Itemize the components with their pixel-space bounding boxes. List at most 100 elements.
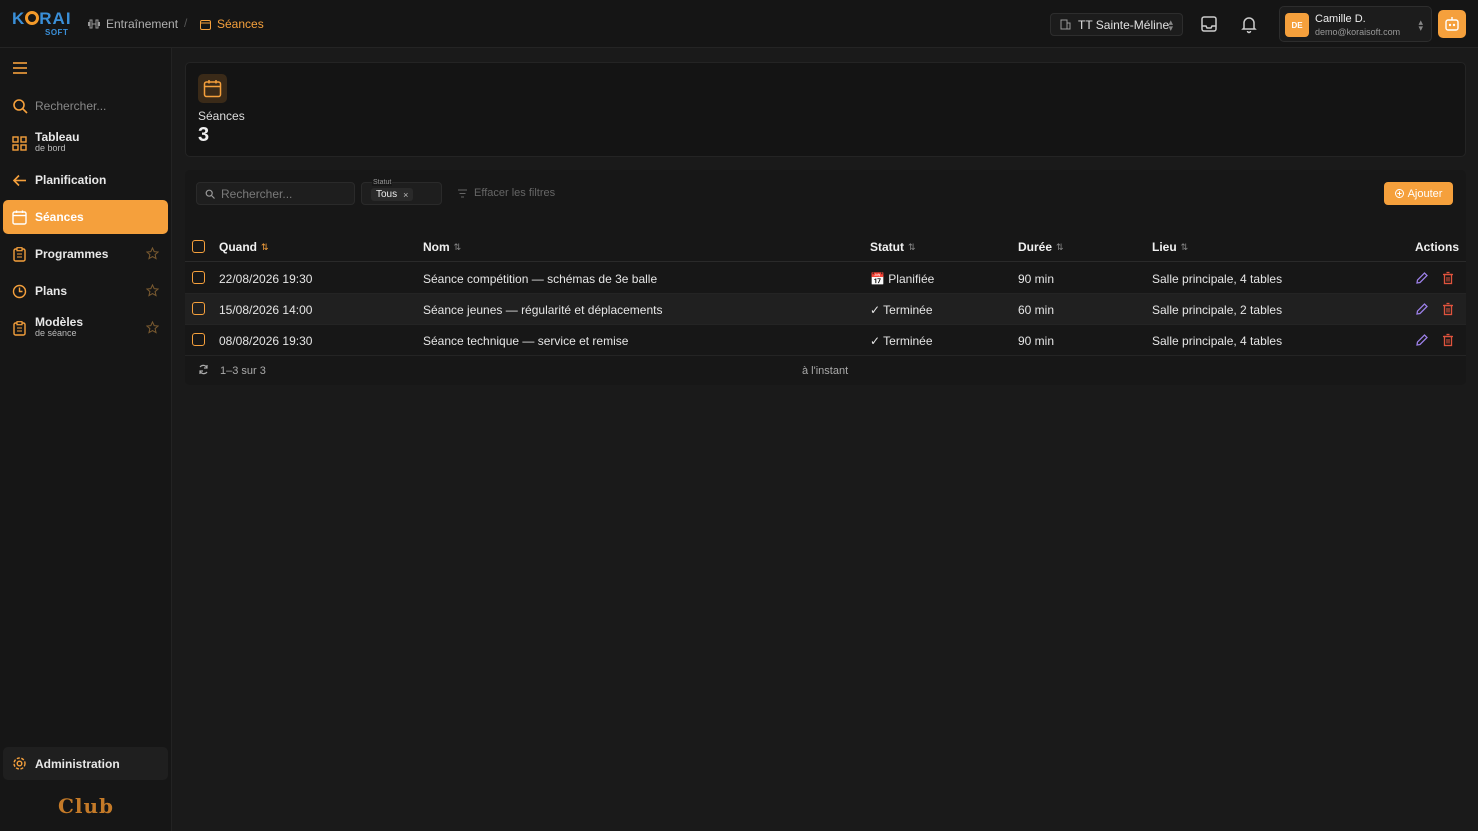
logo-subtext: SOFT bbox=[45, 28, 69, 37]
sidebar-item-programs[interactable]: Programmes bbox=[3, 237, 168, 271]
cell-status: 📅 Planifiée bbox=[870, 272, 935, 286]
sidebar: Rechercher... Tableau de bord Planificati… bbox=[0, 48, 172, 831]
menu-icon[interactable] bbox=[12, 61, 28, 75]
clipboard-icon bbox=[13, 320, 26, 336]
column-header-status[interactable]: Statut ⇅ bbox=[870, 240, 916, 254]
trash-icon[interactable] bbox=[1441, 333, 1455, 347]
clock-icon bbox=[12, 284, 27, 298]
star-icon[interactable] bbox=[146, 247, 159, 260]
club-footer-label: Club bbox=[57, 794, 115, 818]
sidebar-item-administration[interactable]: Administration bbox=[3, 747, 168, 780]
row-checkbox[interactable] bbox=[192, 271, 205, 284]
chevron-updown-icon: ▴ ▾ bbox=[1418, 17, 1423, 33]
column-header-duration[interactable]: Durée ⇅ bbox=[1018, 240, 1064, 254]
status-filter-value: Tous bbox=[376, 189, 398, 200]
sidebar-item-label: Administration bbox=[35, 756, 120, 771]
star-icon[interactable] bbox=[146, 321, 159, 334]
top-bar: K RAI SOFT Entraînement / Séances TT Sain… bbox=[0, 0, 1478, 48]
sidebar-item-label: Planification bbox=[35, 173, 107, 187]
stat-value: 3 bbox=[198, 124, 210, 146]
cell-duration: 90 min bbox=[1018, 272, 1055, 286]
breadcrumb-current-label: Séances bbox=[217, 17, 264, 31]
robot-icon bbox=[1445, 17, 1459, 31]
gear-icon bbox=[13, 757, 26, 770]
row-checkbox[interactable] bbox=[192, 302, 205, 315]
close-icon[interactable]: × bbox=[403, 190, 408, 200]
sidebar-item-planning[interactable]: Planification bbox=[3, 163, 168, 197]
building-icon bbox=[1060, 19, 1071, 30]
sidebar-search-placeholder: Rechercher... bbox=[35, 99, 107, 113]
select-all-checkbox[interactable] bbox=[192, 240, 205, 253]
refresh-icon[interactable] bbox=[198, 364, 209, 375]
breadcrumb-parent-label: Entraînement bbox=[106, 17, 179, 31]
table-search[interactable] bbox=[196, 182, 355, 205]
column-header-when[interactable]: Quand ⇅ bbox=[219, 240, 269, 254]
cell-status: ✓ Terminée bbox=[870, 303, 933, 317]
cell-place: Salle principale, 2 tables bbox=[1152, 303, 1283, 317]
cell-place: Salle principale, 4 tables bbox=[1152, 334, 1283, 348]
search-input[interactable] bbox=[221, 186, 341, 201]
table-row[interactable]: 15/08/2026 14:00 Séance jeunes — régular… bbox=[185, 294, 1466, 325]
add-button[interactable]: Ajouter bbox=[1384, 182, 1453, 205]
row-count: 1–3 sur 3 bbox=[220, 365, 266, 377]
sessions-stat-card: Séances 3 bbox=[185, 62, 1466, 157]
search-icon bbox=[205, 189, 215, 199]
column-header-name[interactable]: Nom ⇅ bbox=[423, 240, 461, 254]
search-icon bbox=[13, 99, 28, 114]
avatar: DE bbox=[1285, 13, 1309, 37]
status-filter[interactable]: Statut Tous × bbox=[361, 179, 442, 205]
column-header-actions: Actions bbox=[1415, 240, 1460, 254]
table-row[interactable]: 22/08/2026 19:30 Séance compétition — sc… bbox=[185, 263, 1466, 294]
grid-icon bbox=[12, 135, 27, 151]
trash-icon[interactable] bbox=[1441, 271, 1455, 285]
cell-duration: 90 min bbox=[1018, 334, 1055, 348]
breadcrumb-separator: / bbox=[184, 16, 188, 30]
edit-icon[interactable] bbox=[1415, 271, 1429, 285]
calendar-icon bbox=[203, 80, 222, 98]
bell-icon[interactable] bbox=[1239, 14, 1259, 34]
sidebar-search[interactable]: Rechercher... bbox=[12, 98, 106, 114]
calendar-icon bbox=[12, 210, 27, 225]
table-header: Quand ⇅ Nom ⇅ Statut ⇅ Durée ⇅ Lieu ⇅ Actions bbox=[185, 232, 1466, 262]
arrow-left-icon bbox=[12, 174, 26, 186]
sort-icon: ⇅ bbox=[1056, 241, 1064, 252]
cell-when: 15/08/2026 14:00 bbox=[219, 303, 313, 317]
logo[interactable]: K RAI SOFT bbox=[12, 10, 72, 38]
sidebar-item-sessions[interactable]: Séances bbox=[3, 200, 168, 234]
calendar-icon bbox=[200, 19, 211, 30]
user-email: demo@koraisoft.com bbox=[1315, 27, 1401, 37]
cell-name[interactable]: Séance technique — service et remise bbox=[423, 334, 628, 348]
user-menu[interactable]: DE Camille D. demo@koraisoft.com ▴ ▾ bbox=[1279, 6, 1432, 42]
cell-status: ✓ Terminée bbox=[870, 334, 933, 348]
star-icon[interactable] bbox=[146, 284, 159, 297]
clear-filters-label: Effacer les filtres bbox=[474, 187, 556, 199]
sidebar-item-sublabel: de bord bbox=[35, 143, 66, 153]
sidebar-item-label: Modèles bbox=[35, 315, 84, 329]
sidebar-item-dashboard[interactable]: Tableau de bord bbox=[3, 126, 168, 160]
status-filter-chip[interactable]: Tous × bbox=[371, 188, 414, 201]
row-checkbox[interactable] bbox=[192, 333, 205, 346]
edit-icon[interactable] bbox=[1415, 302, 1429, 316]
clear-filters-button[interactable]: Effacer les filtres bbox=[458, 187, 555, 199]
sidebar-item-label: Plans bbox=[35, 284, 68, 298]
inbox-icon[interactable] bbox=[1199, 14, 1219, 34]
breadcrumb-parent[interactable]: Entraînement bbox=[88, 17, 178, 31]
cell-when: 08/08/2026 19:30 bbox=[219, 334, 313, 348]
edit-icon[interactable] bbox=[1415, 333, 1429, 347]
sort-icon: ⇅ bbox=[261, 241, 269, 252]
cell-name[interactable]: Séance compétition — schémas de 3e balle bbox=[423, 272, 657, 286]
sidebar-item-plans[interactable]: Plans bbox=[3, 274, 168, 308]
user-name: Camille D. bbox=[1315, 13, 1366, 25]
table-row[interactable]: 08/08/2026 19:30 Séance technique — serv… bbox=[185, 325, 1466, 356]
sidebar-item-templates[interactable]: Modèles de séance bbox=[3, 311, 168, 345]
add-button-label: Ajouter bbox=[1407, 187, 1443, 200]
stat-label: Séances bbox=[198, 109, 245, 123]
assistant-button[interactable] bbox=[1438, 10, 1466, 38]
chevron-updown-icon: ▴ ▾ bbox=[1168, 17, 1173, 33]
trash-icon[interactable] bbox=[1441, 302, 1455, 316]
sort-icon: ⇅ bbox=[453, 241, 462, 252]
club-selector[interactable]: TT Sainte-Méline ▴ ▾ bbox=[1050, 13, 1183, 36]
column-header-place[interactable]: Lieu ⇅ bbox=[1152, 240, 1188, 254]
cell-name[interactable]: Séance jeunes — régularité et déplacemen… bbox=[423, 303, 662, 317]
cell-when: 22/08/2026 19:30 bbox=[219, 272, 313, 286]
